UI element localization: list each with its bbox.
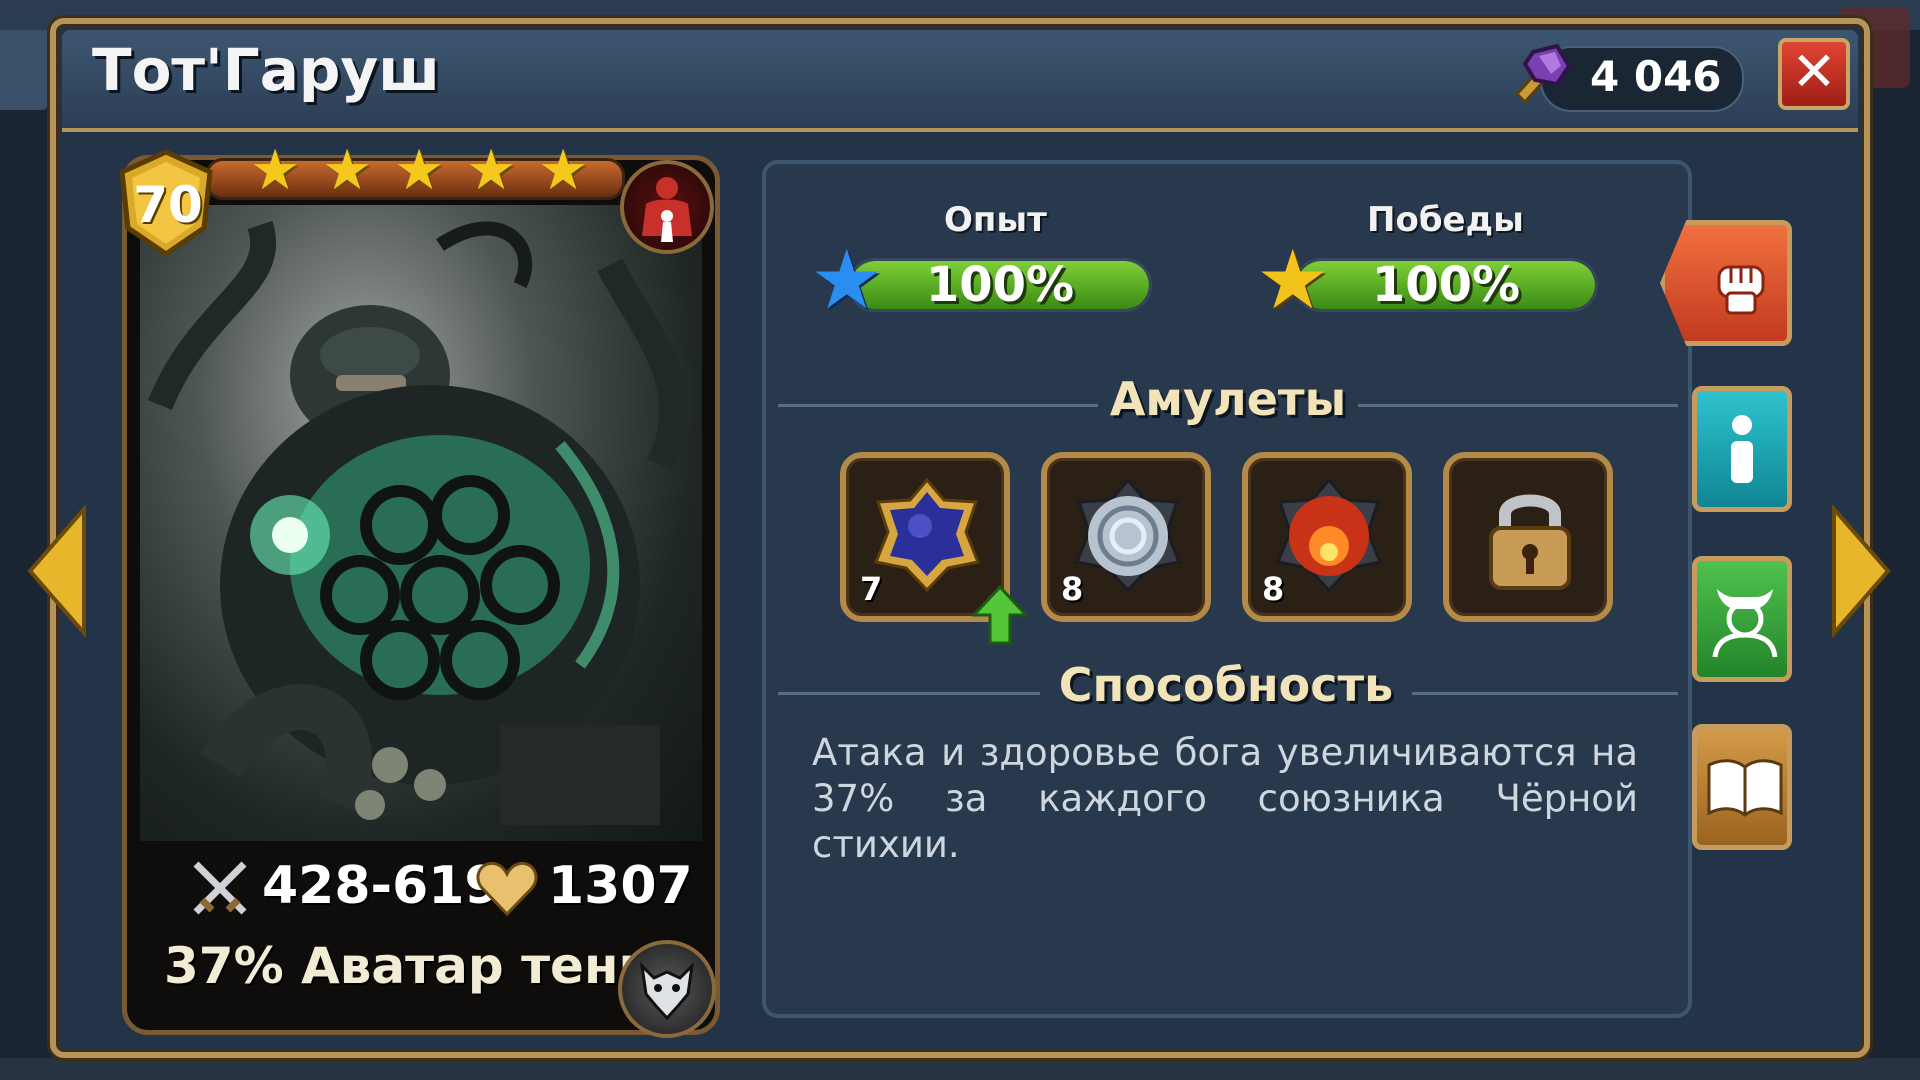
next-hero-arrow[interactable] [1830,505,1892,637]
divider [778,404,1098,407]
close-icon: ✕ [1791,40,1837,103]
hero-level: 70 [133,176,203,234]
eldritch-monster-illustration [147,220,688,825]
experience-value: 100% [925,258,1075,312]
star-icon: ★ [466,138,517,203]
fist-button[interactable] [1660,220,1792,346]
divider [778,692,1040,695]
amulet-level: 8 [1262,570,1285,608]
background-bottom-bar [0,1058,1920,1080]
hero-name-title: Тот'Гаруш [92,36,440,104]
background-tab [0,30,48,110]
experience-label: Опыт [944,200,1047,240]
amulets-title: Амулеты [1109,372,1347,426]
amulet-slot-3[interactable]: 8 [1242,452,1412,622]
amulet-slot-locked[interactable] [1443,452,1613,622]
purple-hammer-crystal-icon [1514,43,1572,105]
victories-value: 100% [1371,258,1521,312]
previous-hero-arrow[interactable] [26,505,88,637]
star-icon: ★ [322,138,373,203]
heart-health-icon [476,861,538,917]
ability-summary: 37% Аватар тени [164,937,654,995]
crossed-swords-icon [193,861,247,915]
info-button[interactable] [1692,386,1792,512]
divider [1358,404,1678,407]
dark-blue-amulet-icon [873,477,981,593]
amulet-level: 8 [1061,570,1084,608]
amulet-slot-2[interactable]: 8 [1041,452,1211,622]
lore-button[interactable] [1692,724,1792,850]
horned-head-icon [1712,589,1778,658]
gold-star-icon: ★ [1256,233,1330,328]
silver-swirl-amulet-icon [1074,477,1182,593]
shadow-beast-element-icon [618,940,716,1038]
info-icon [1731,415,1753,483]
amulet-level: 7 [860,570,883,608]
divider [1412,692,1678,695]
star-icon: ★ [394,138,445,203]
padlock-icon [1489,494,1571,590]
book-icon [1707,759,1783,817]
currency-value: 4 046 [1590,52,1722,101]
attack-value: 428-619 [262,856,501,916]
star-icon: ★ [538,138,589,203]
star-icon: ★ [250,138,301,203]
upgrade-arrow-icon[interactable] [972,585,1028,645]
fist-icon [1717,265,1765,315]
experience-bar: 100% [848,258,1152,312]
victories-bar: 100% [1294,258,1598,312]
evolve-button[interactable] [1692,556,1792,682]
hero-artwork [140,205,702,841]
ability-description: Атака и здоровье бога увеличиваются на 3… [812,731,1638,866]
victories-label: Победы [1367,200,1524,240]
close-button[interactable]: ✕ [1778,38,1850,110]
red-fire-amulet-icon [1275,477,1383,593]
red-giant-class-icon [620,160,714,254]
blue-star-icon: ★ [810,233,884,328]
health-value: 1307 [548,856,693,916]
ability-title: Способность [1058,658,1394,712]
